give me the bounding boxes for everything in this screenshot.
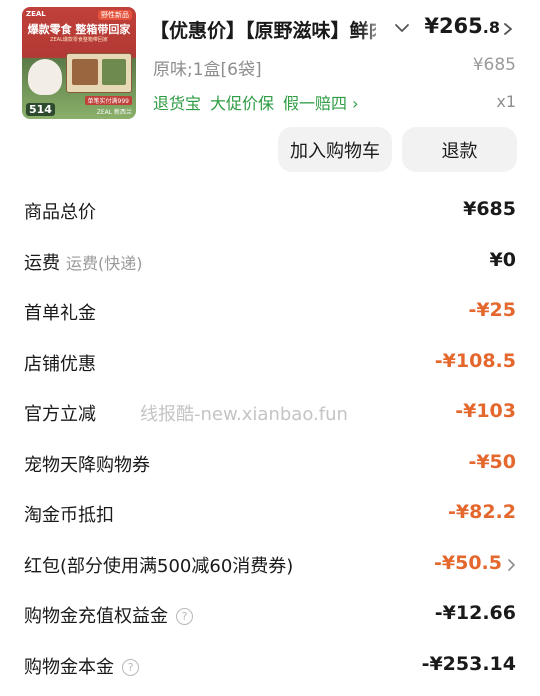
row-label-wrap: 购物金本金? [24, 653, 139, 679]
row-note: 运费(快递) [66, 254, 143, 273]
watermark: 线报酷-new.xianbao.fun [140, 404, 348, 425]
service-tag-authentic[interactable]: 假一赔四 › [283, 94, 359, 113]
row-value: -¥50 [468, 451, 516, 473]
thumbnail-foot-tag: 单笔实付满999 [84, 96, 132, 105]
thumbnail-dog-image [28, 59, 62, 95]
thumbnail-badge: 野性新品 [98, 10, 132, 20]
row-label: 购物金本金 [24, 657, 114, 678]
row-value: -¥103 [455, 400, 516, 422]
row-first-order-gift: 首单礼金 -¥25 [0, 286, 540, 336]
row-shipping: 运费 运费(快递) ¥0 [0, 236, 540, 286]
row-value: -¥25 [468, 299, 516, 321]
row-label: 店铺优惠 [24, 354, 96, 375]
row-shopping-credit-bonus: 购物金充值权益金? -¥12.66 [0, 589, 540, 639]
product-quantity: x1 [496, 92, 516, 111]
title-fade [360, 14, 390, 42]
add-to-cart-button[interactable]: 加入购物车 [278, 127, 392, 172]
thumbnail-pack-image [72, 59, 98, 85]
order-product-card[interactable]: ZEAL 野性新品 爆款零食 整箱带回家 ZEAL爆款零食整箱带回家 单笔实付满… [0, 0, 540, 185]
row-pet-coupon: 宠物天降购物券 -¥50 [0, 438, 540, 488]
product-thumbnail[interactable]: ZEAL 野性新品 爆款零食 整箱带回家 ZEAL爆款零食整箱带回家 单笔实付满… [22, 7, 136, 119]
row-value: -¥253.14 [421, 653, 516, 675]
row-value: ¥0 [489, 249, 516, 271]
service-tags[interactable]: 退货宝 大促价保 假一赔四 › [153, 90, 368, 114]
row-shopping-credit-principal: 购物金本金? -¥253.14 [0, 640, 540, 690]
chevron-down-icon[interactable] [394, 20, 410, 36]
row-value: -¥82.2 [448, 501, 516, 523]
row-label: 红包(部分使用满500减60消费券) [24, 556, 294, 577]
help-icon[interactable]: ? [122, 659, 139, 676]
product-sku: 原味;1盒[6袋] [153, 60, 262, 80]
row-label: 淘金币抵扣 [24, 505, 114, 526]
row-value: -¥12.66 [434, 602, 516, 624]
chevron-right-icon[interactable] [507, 558, 516, 572]
chevron-right-icon[interactable] [502, 22, 514, 36]
row-value: ¥685 [463, 198, 516, 220]
row-value: -¥50.5 [434, 552, 502, 574]
row-label: 购物金充值权益金 [24, 606, 168, 627]
thumbnail-pack-image-2 [102, 59, 126, 85]
thumbnail-foot-brand: ZEAL 新西兰 [96, 109, 132, 116]
row-label: 官方立减 [24, 404, 96, 425]
thumbnail-logo: ZEAL [26, 10, 46, 18]
original-price: ¥685 [472, 55, 516, 75]
service-tag-return: 退货宝 [153, 94, 202, 113]
row-label-wrap: 购物金充值权益金? [24, 602, 193, 628]
row-label: 宠物天降购物券 [24, 455, 150, 476]
thumbnail-subline: ZEAL爆款零食整箱带回家 [50, 37, 108, 43]
product-title[interactable]: 【优惠价】【原野滋味】鲜肉零食整箱 [150, 16, 376, 43]
row-store-discount: 店铺优惠 -¥108.5 [0, 337, 540, 387]
row-label-wrap: 运费 运费(快递) [24, 249, 143, 275]
service-tag-price-protect: 大促价保 [210, 94, 275, 113]
row-label: 首单礼金 [24, 303, 96, 324]
row-red-packet[interactable]: 红包(部分使用满500减60消费券) -¥50.5 [0, 539, 540, 589]
refund-button[interactable]: 退款 [402, 127, 517, 172]
product-price: ¥265.8 [424, 14, 500, 38]
row-goods-total: 商品总价 ¥685 [0, 185, 540, 235]
row-value: -¥108.5 [434, 350, 516, 372]
row-taojinbi: 淘金币抵扣 -¥82.2 [0, 488, 540, 538]
thumbnail-headline: 爆款零食 整箱带回家 [27, 23, 131, 36]
price-main: ¥265 [424, 14, 483, 38]
price-decimal: .8 [482, 18, 500, 37]
row-label: 运费 [24, 253, 60, 274]
row-label: 商品总价 [24, 202, 96, 223]
thumbnail-price-tag: 514 [26, 103, 55, 116]
help-icon[interactable]: ? [176, 608, 193, 625]
